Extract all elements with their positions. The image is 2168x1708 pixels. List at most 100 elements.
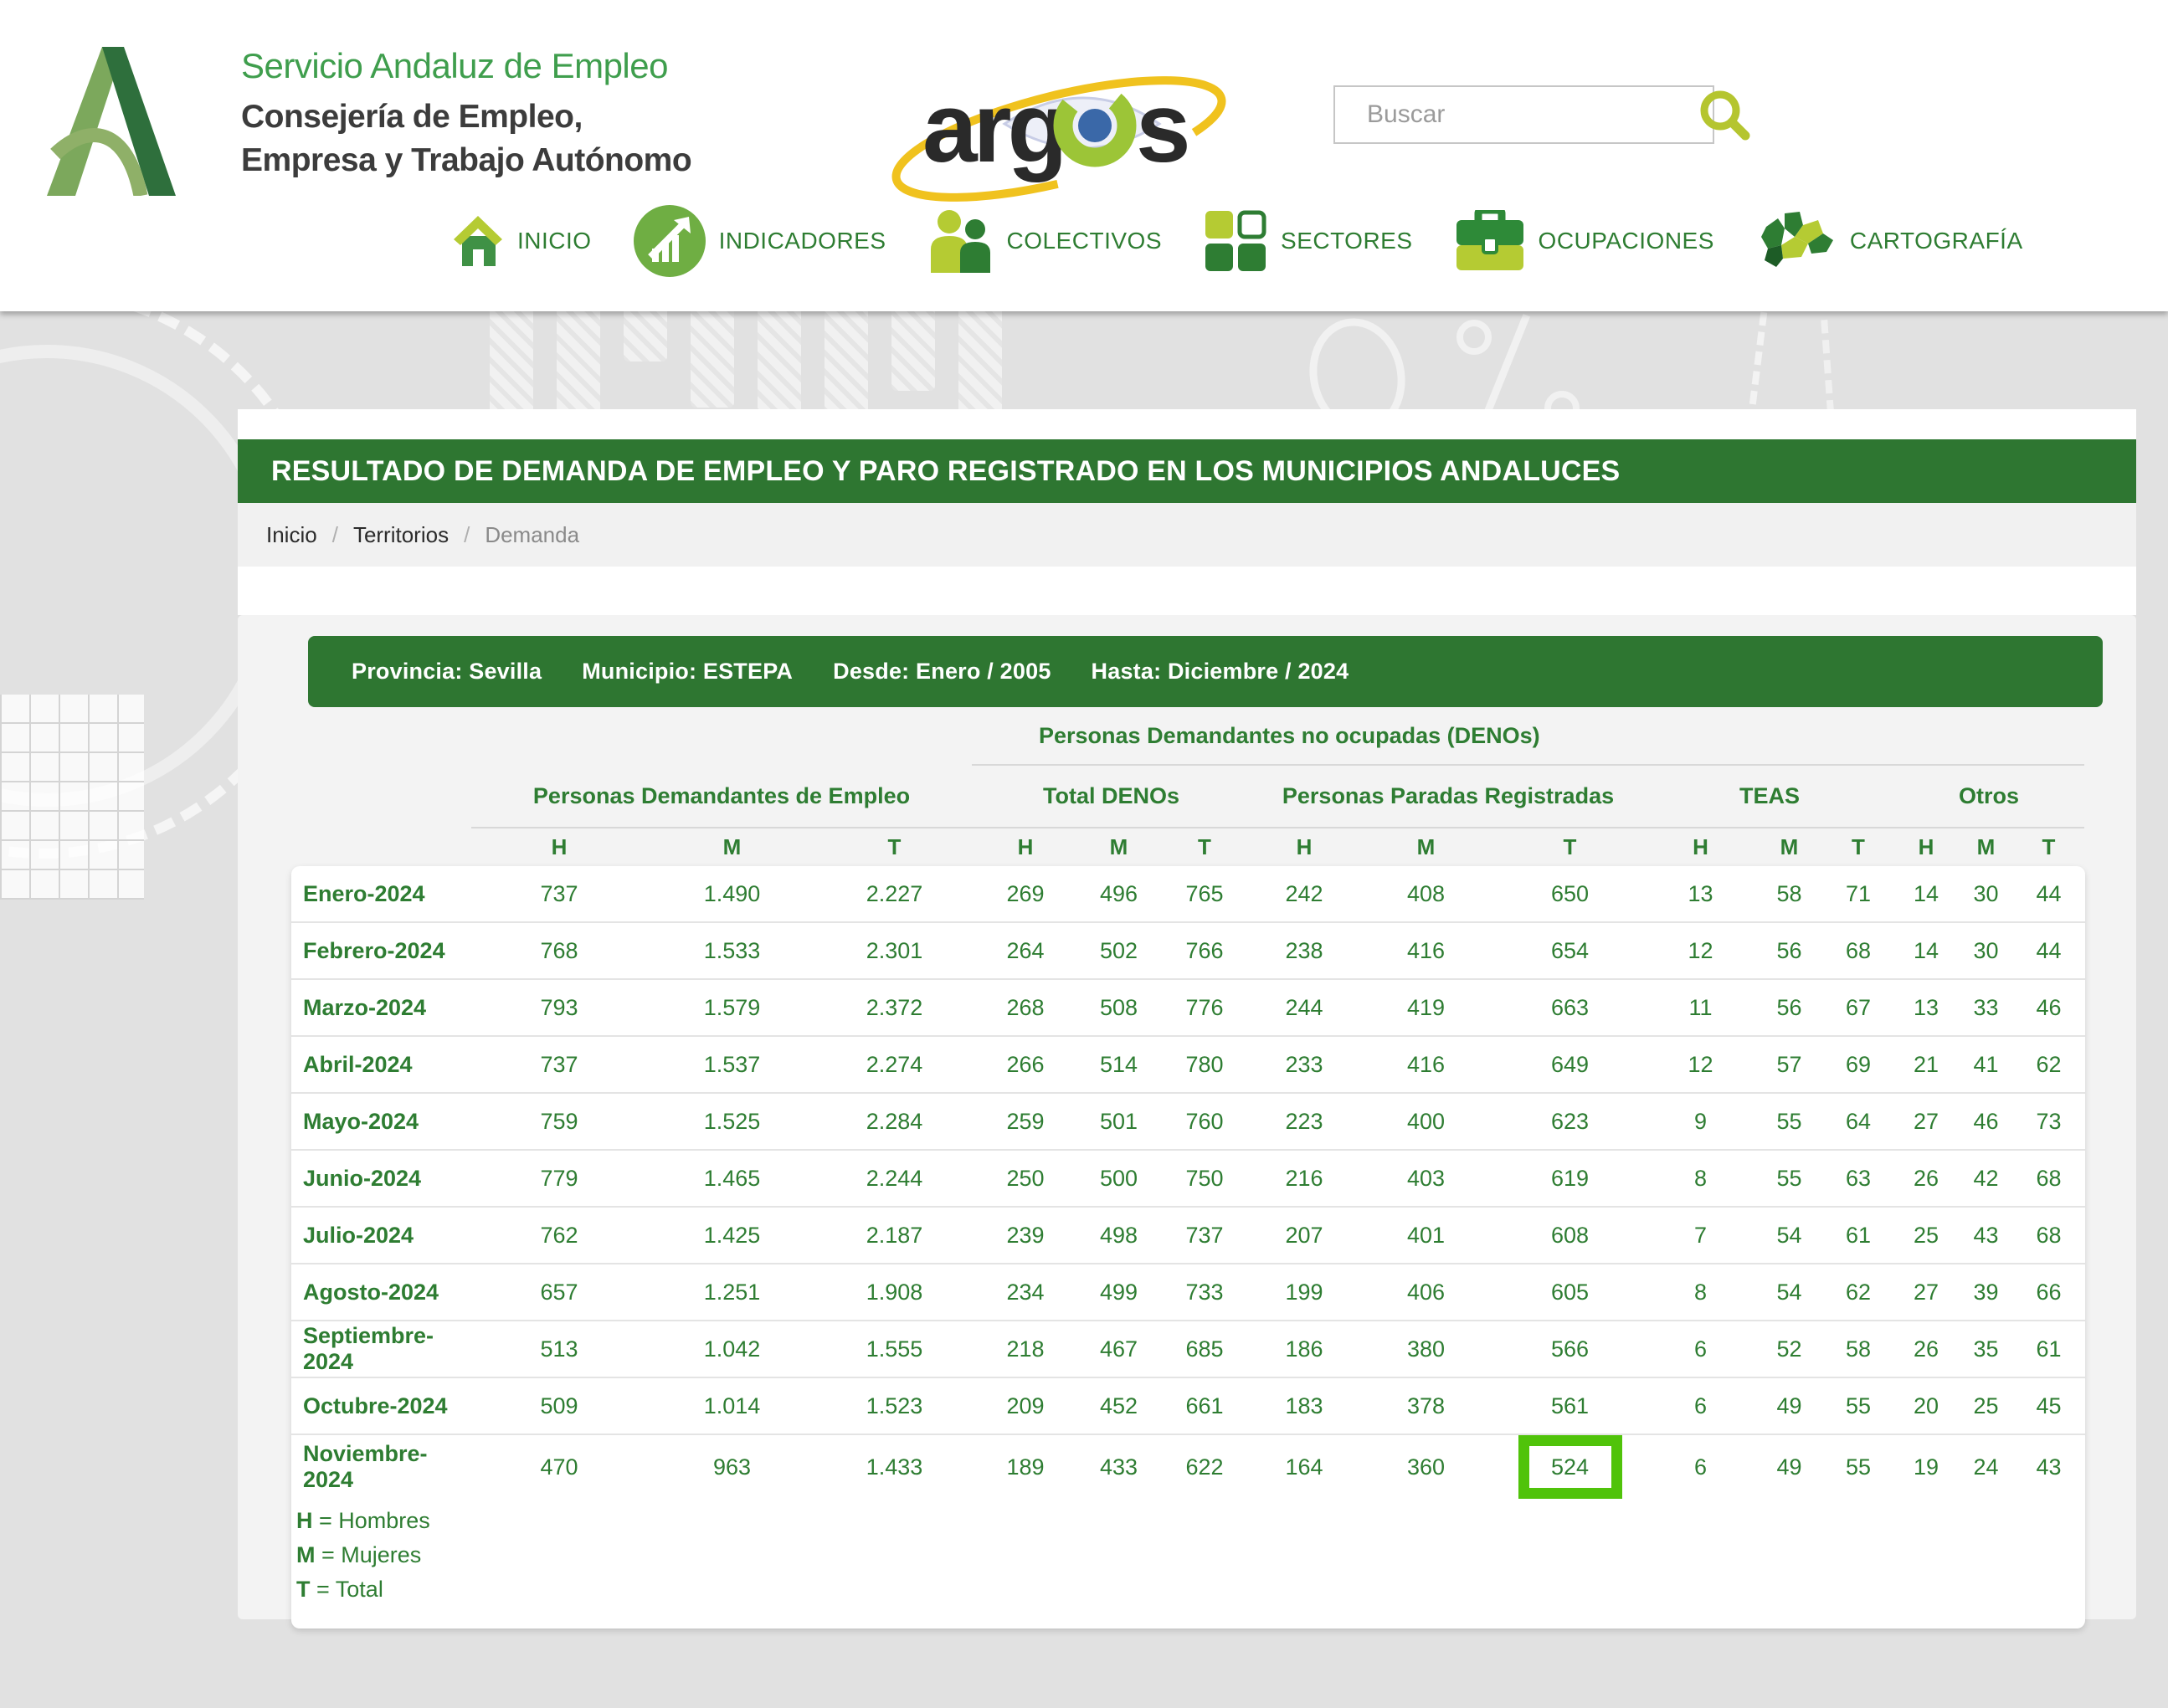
table-cell: 61 [1823,1208,1893,1263]
table-row: Agosto-20246571.2511.9082344997331994066… [291,1263,2085,1320]
results-panel: Provincia: Sevilla Municipio: ESTEPA Des… [238,615,2136,1619]
table-cell: 64 [1823,1094,1893,1149]
group-header-teas: TEAS [1646,766,1893,828]
column-header-H: H [972,828,1079,866]
table-cell: 657 [471,1264,647,1320]
nav-item-ocupaciones[interactable]: OCUPACIONES [1455,210,1714,272]
table-cell: 768 [471,923,647,978]
table-cell: 509 [471,1378,647,1434]
table-cell: 401 [1358,1208,1494,1263]
table-cell: 69 [1823,1037,1893,1092]
table-cell: 6 [1646,1378,1755,1434]
breadcrumb-item-inicio[interactable]: Inicio [266,522,317,548]
table-cell: 500 [1079,1151,1158,1206]
column-header-M: M [647,828,817,866]
table-cell: 42 [1959,1151,2013,1206]
table-cell: 685 [1158,1321,1251,1377]
argos-logo[interactable]: arg s [879,40,1247,216]
page: Servicio Andaluz de Empleo Consejería de… [0,0,2168,1708]
table-cell: 622 [1158,1435,1251,1499]
filter-hasta: Hasta: Diciembre / 2024 [1092,659,1349,685]
table-cell: 1.525 [647,1094,817,1149]
table-cell: 416 [1358,1037,1494,1092]
table-cell: 2.244 [817,1151,972,1206]
table-cell: 2.372 [817,980,972,1035]
argos-text-right: s [1136,73,1191,183]
table-cell: 45 [2013,1378,2084,1434]
table-cell: 43 [1959,1208,2013,1263]
nav-item-sectores[interactable]: SECTORES [1204,209,1413,273]
junta-andalucia-logo-icon[interactable] [40,44,181,196]
table-cell: 223 [1251,1094,1358,1149]
table-legend: H = HombresM = MujeresT = Total [296,1504,2085,1607]
table-cell: 55 [1755,1094,1823,1149]
table-cell: 737 [471,1037,647,1092]
table-cell: 250 [972,1151,1079,1206]
table-row: Mayo-20247591.5252.284259501760223400623… [291,1092,2085,1149]
nav-item-colectivos[interactable]: COLECTIVOS [928,209,1162,273]
table-cell: 186 [1251,1321,1358,1377]
brand-service-name: Servicio Andaluz de Empleo [241,49,691,84]
table-cell: 54 [1755,1208,1823,1263]
table-cell: 605 [1494,1264,1646,1320]
table-cell: 2.187 [817,1208,972,1263]
nav-item-indicadores[interactable]: INDICADORES [634,205,886,277]
nav-item-inicio[interactable]: INICIO [452,214,592,268]
table-cell: 39 [1959,1264,2013,1320]
nav-item-cartografia[interactable]: CARTOGRAFÍA [1756,212,2023,270]
table-row: Octubre-20245091.0141.523209452661183378… [291,1377,2085,1434]
data-table-card: Enero-20247371.4902.22726949676524240865… [291,866,2085,1628]
table-row: Septiembre-20245131.0421.555218467685186… [291,1320,2085,1377]
table-cell: 266 [972,1037,1079,1092]
table-cell: 52 [1755,1321,1823,1377]
table-cell: 35 [1959,1321,2013,1377]
site-header: Servicio Andaluz de Empleo Consejería de… [0,0,2168,311]
row-month-label: Abril-2024 [291,1037,471,1092]
table-row: Marzo-20247931.5792.37226850877624441966… [291,978,2085,1035]
table-cell: 68 [2013,1208,2084,1263]
map-icon [1756,212,1837,270]
page-title-bar: RESULTADO DE DEMANDA DE EMPLEO Y PARO RE… [238,439,2136,503]
search-input[interactable] [1335,100,1698,129]
table-cell: 508 [1079,980,1158,1035]
table-cell: 2.227 [817,866,972,921]
filter-provincia: Provincia: Sevilla [352,659,542,685]
table-cell: 433 [1079,1435,1158,1499]
table-cell: 269 [972,866,1079,921]
table-cell: 380 [1358,1321,1494,1377]
legend-line: M = Mujeres [296,1538,2085,1572]
breadcrumb-item-territorios[interactable]: Territorios [353,522,449,548]
row-month-label: Febrero-2024 [291,923,471,978]
table-cell: 8 [1646,1264,1755,1320]
breadcrumb-item-demanda: Demanda [485,522,579,548]
table-cell: 67 [1823,980,1893,1035]
table-body: Enero-20247371.4902.22726949676524240865… [291,866,2085,1490]
nav-label: OCUPACIONES [1539,228,1714,254]
table-cell: 1.014 [647,1378,817,1434]
table-cell: 1.433 [817,1435,972,1499]
column-header-M: M [1959,828,2013,866]
table-cell: 1.490 [647,866,817,921]
table-cell: 524 [1494,1435,1646,1499]
table-cell: 27 [1893,1094,1959,1149]
table-cell: 233 [1251,1037,1358,1092]
row-month-label: Septiembre-2024 [291,1321,471,1377]
search-icon[interactable] [1698,89,1750,141]
table-cell: 7 [1646,1208,1755,1263]
legend-line: H = Hombres [296,1504,2085,1538]
table-cell: 8 [1646,1151,1755,1206]
highlighted-cell[interactable]: 524 [1518,1435,1622,1499]
table-cell: 19 [1893,1435,1959,1499]
brand-org-line2: Empresa y Trabajo Autónomo [241,139,691,182]
table-cell: 419 [1358,980,1494,1035]
breadcrumb-separator: / [332,522,338,548]
row-month-label: Agosto-2024 [291,1264,471,1320]
table-cell: 55 [1823,1378,1893,1434]
breadcrumb-separator: / [464,522,470,548]
group-header-paradas: Personas Paradas Registradas [1251,766,1646,828]
table-cell: 9 [1646,1094,1755,1149]
main-navigation: INICIO INDICADORES [452,199,2023,283]
column-header-M: M [1755,828,1823,866]
table-row: Febrero-20247681.5332.301264502766238416… [291,921,2085,978]
table-cell: 470 [471,1435,647,1499]
